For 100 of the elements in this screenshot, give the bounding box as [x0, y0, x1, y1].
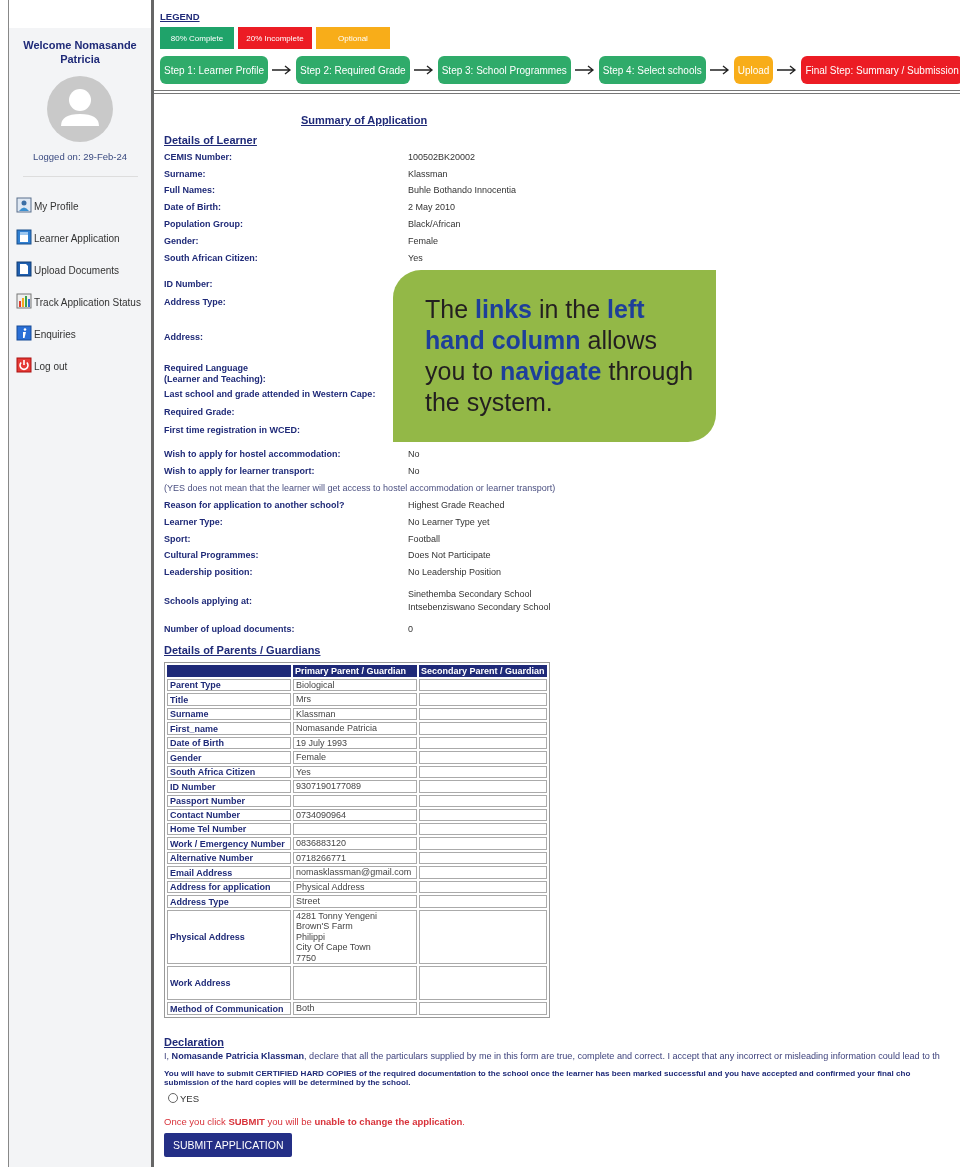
bar-chart-icon	[16, 293, 32, 309]
legend-item: Optional	[316, 27, 390, 49]
section-heading: Declaration	[164, 1035, 224, 1048]
right-arrow-icon	[413, 65, 434, 75]
submit-button[interactable]: SUBMIT APPLICATION	[164, 1132, 293, 1157]
field-label: Schools applying at:	[164, 595, 253, 607]
field-label: Learner Type:	[164, 516, 224, 528]
field-value: Does Not Participate	[408, 549, 491, 563]
table-cell: Work / Emergency Number	[167, 837, 291, 850]
table-cell: Passport Number	[167, 794, 291, 807]
field-value: No	[408, 465, 420, 479]
sidebar-link[interactable]: Log out	[16, 353, 151, 373]
table-cell: First_name	[167, 722, 291, 735]
radio-button[interactable]	[168, 1093, 178, 1104]
field-label: First time registration in WCED:	[164, 424, 301, 436]
table-cell: Nomasande Patricia	[293, 722, 417, 735]
field-value: Yes	[408, 251, 423, 265]
document-icon	[16, 229, 32, 245]
table-cell: Address for application	[167, 880, 291, 894]
field-value: No Leadership Position	[408, 566, 502, 580]
table-cell: Physical Address	[167, 909, 291, 965]
field-label: Gender:	[164, 235, 200, 247]
legend-item: 80% Complete	[160, 27, 234, 49]
power-icon	[16, 357, 32, 373]
field-label: Full Names:	[164, 185, 216, 197]
table-cell: Title	[167, 693, 291, 706]
table-cell: Home Tel Number	[167, 823, 291, 836]
field-label: Leadership position:	[164, 567, 254, 579]
table-header: Primary Parent / Guardian	[293, 664, 417, 677]
field-label: Last school and grade attended in Western Cape:	[164, 389, 377, 401]
table-cell: Female	[293, 751, 417, 764]
field-label: Cultural Programmes:	[164, 550, 260, 562]
table-cell: 4281 Tonny Yengeni Brown'S Farm Philippi City Of Cape Town 7750	[293, 909, 417, 965]
table-cell: Street	[293, 895, 417, 908]
table-cell: Parent Type	[167, 678, 291, 692]
field-value: No	[408, 448, 420, 462]
field-value: Female	[408, 234, 438, 248]
right-arrow-icon	[272, 65, 293, 75]
avatar-icon	[47, 76, 113, 142]
legend-item: 20% Incomplete	[238, 27, 312, 49]
table-cell: South Africa Citizen	[167, 765, 291, 779]
note-text: (YES does not mean that the learner will get access to hostel accommodation or learner transport)	[164, 482, 556, 496]
radio-label: YES	[180, 1092, 199, 1104]
profile-card-icon	[16, 197, 32, 213]
field-value: Highest Grade Reached	[408, 499, 505, 513]
field-label: South African Citizen:	[164, 252, 259, 264]
table-cell: Email Address	[167, 866, 291, 879]
field-label: Number of upload documents:	[164, 624, 296, 636]
field-value: Buhle Bothando Innocentia	[408, 184, 517, 198]
table-cell: Mrs	[293, 693, 417, 706]
field-value: 100502BK20002	[408, 150, 476, 164]
field-label: Wish to apply for learner transport:	[164, 466, 316, 478]
sidebar-link[interactable]: Upload Documents	[16, 257, 151, 277]
field-label: Reason for application to another school?	[164, 500, 346, 512]
field-value: No Learner Type yet	[408, 515, 490, 529]
section-heading: Details of Learner	[164, 134, 257, 146]
summary-title: Summary of Application	[301, 114, 428, 126]
table-cell: Biological	[293, 678, 417, 692]
table-cell: Gender	[167, 751, 291, 764]
step-link[interactable]: Final Step: Summary / Submission	[801, 56, 960, 84]
field-label: ID Number:	[164, 279, 214, 291]
right-arrow-icon	[777, 65, 798, 75]
sidebar-link[interactable]: My Profile	[16, 193, 151, 213]
field-value: 0	[408, 623, 413, 637]
table-cell: 0718266771	[293, 851, 417, 865]
table-cell: Address Type	[167, 895, 291, 908]
declaration-text: I, Nomasande Patricia Klassman, declare that all the particulars supplied by me in this form are true, complete and correct. I accept that any incorrect or misleading information could lead to th	[164, 1050, 941, 1061]
table-cell: Yes	[293, 765, 417, 779]
legend-title: LEGEND	[160, 11, 200, 22]
sidebar-link[interactable]: Enquiries	[16, 321, 151, 341]
field-label: Wish to apply for hostel accommodation:	[164, 449, 342, 461]
table-cell: 9307190177089	[293, 780, 417, 793]
field-label: Required Grade:	[164, 406, 236, 418]
field-label: Surname:	[164, 168, 207, 180]
sidebar-link[interactable]: Track Application Status	[16, 289, 151, 309]
warning-text: Once you click SUBMIT you will be unable to change the application.	[164, 1115, 465, 1127]
section-heading: Details of Parents / Guardians	[164, 643, 321, 656]
field-label: Population Group:	[164, 219, 244, 231]
table-cell: Both	[293, 1002, 417, 1015]
table-cell: 0734090964	[293, 808, 417, 822]
callout-text: The links in the left hand column allows you to navigate through the system.	[393, 269, 716, 442]
table-cell: Alternative Number	[167, 851, 291, 865]
table-cell: Klassman	[293, 707, 417, 721]
table-cell: Contact Number	[167, 808, 291, 822]
table-cell: Surname	[167, 707, 291, 721]
table-cell: Date of Birth	[167, 736, 291, 750]
table-cell: Physical Address	[293, 880, 417, 894]
field-label: Address:	[164, 331, 204, 343]
field-value: 2 May 2010	[408, 201, 456, 215]
sidebar-link[interactable]: Learner Application	[16, 225, 151, 245]
table-header: Secondary Parent / Guardian	[419, 664, 547, 677]
table-cell: 0836883120	[293, 837, 417, 850]
table-cell: ID Number	[167, 780, 291, 793]
right-arrow-icon	[574, 65, 595, 75]
field-value: Black/African	[408, 218, 461, 232]
logged-on-date: Logged on: 29-Feb-24	[33, 151, 127, 162]
info-icon	[16, 325, 32, 341]
field-label: Address Type:	[164, 297, 227, 309]
field-label: Sport:	[164, 533, 192, 545]
table-cell: Work Address	[167, 966, 291, 1001]
